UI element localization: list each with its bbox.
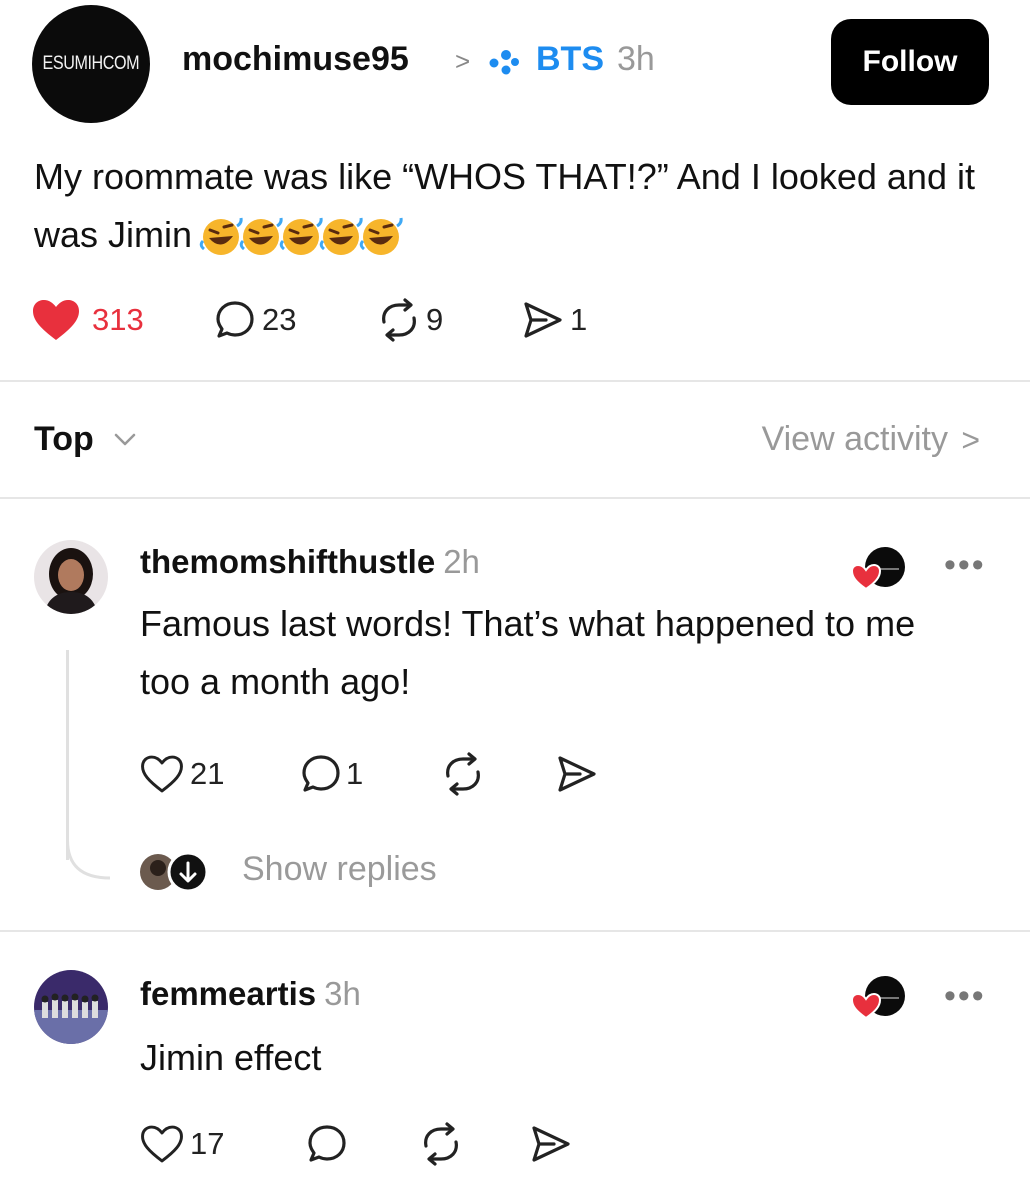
share-button[interactable]: 1 bbox=[520, 292, 587, 348]
user-photo-icon bbox=[34, 540, 108, 614]
comment-icon bbox=[302, 755, 340, 792]
author-liked-icon bbox=[850, 976, 905, 1020]
repost-icon bbox=[446, 752, 480, 796]
community-icon bbox=[489, 50, 519, 75]
heart-icon bbox=[141, 1125, 183, 1163]
repost-icon bbox=[382, 298, 416, 342]
comment-time: 2h bbox=[443, 543, 480, 580]
divider bbox=[0, 380, 1030, 382]
thread-curve bbox=[66, 840, 111, 880]
comment-button[interactable]: 23 bbox=[214, 292, 296, 348]
heart-icon bbox=[33, 300, 79, 340]
comment-actions: 21 1 bbox=[140, 746, 640, 802]
comment-repost-button[interactable] bbox=[440, 746, 486, 802]
rolling-laughing-emoji bbox=[359, 218, 403, 256]
comment-like-button[interactable]: 21 bbox=[140, 746, 224, 802]
heart-icon bbox=[141, 755, 183, 793]
follow-button[interactable]: Follow bbox=[831, 19, 989, 105]
share-icon bbox=[558, 756, 596, 792]
comment-like-button[interactable]: 17 bbox=[140, 1116, 224, 1172]
reply-avatars[interactable] bbox=[138, 852, 213, 892]
repost-button[interactable]: 9 bbox=[376, 292, 443, 348]
like-count: 313 bbox=[92, 302, 144, 337]
chevron-down-icon[interactable] bbox=[110, 428, 140, 450]
comment-reply-button[interactable] bbox=[306, 1116, 348, 1172]
community-name[interactable]: BTS bbox=[536, 40, 604, 79]
comment-count: 23 bbox=[262, 302, 297, 337]
emoji-row bbox=[198, 216, 403, 258]
comment-avatar[interactable] bbox=[34, 970, 108, 1044]
author-avatar[interactable]: ESUMIHCOM bbox=[32, 5, 150, 123]
more-options-icon[interactable]: ••• bbox=[944, 546, 986, 585]
comment-item: themomshifthustle 2h ••• Famous last word… bbox=[0, 500, 1030, 930]
divider bbox=[0, 497, 1030, 499]
post-text: My roommate was like “WHOS THAT!?” And I… bbox=[34, 148, 994, 264]
comment-reply-button[interactable]: 1 bbox=[300, 746, 363, 802]
share-count: 1 bbox=[570, 302, 588, 337]
repost-icon bbox=[424, 1122, 458, 1166]
comment-avatar[interactable] bbox=[34, 540, 108, 614]
post-actions: 313 23 9 1 bbox=[30, 292, 730, 348]
thread-line bbox=[66, 650, 69, 860]
post-header: ESUMIHCOM mochimuse95 > BTS 3h Follow bbox=[0, 0, 1030, 125]
post-text-content: My roommate was like “WHOS THAT!?” And I… bbox=[34, 156, 975, 255]
view-activity-link[interactable]: View activity bbox=[762, 420, 948, 459]
comment-share-button[interactable] bbox=[528, 1116, 574, 1172]
share-icon bbox=[532, 1126, 570, 1162]
comment-username[interactable]: themomshifthustle 2h bbox=[140, 543, 480, 581]
repost-count: 9 bbox=[426, 302, 444, 337]
comment-text: Famous last words! That’s what happened … bbox=[140, 603, 916, 702]
comment-icon bbox=[308, 1125, 346, 1162]
comment-text: Jimin effect bbox=[140, 1037, 322, 1078]
comment-like-count: 21 bbox=[190, 756, 225, 791]
chevron-right-icon[interactable]: > bbox=[961, 422, 980, 459]
group-photo-icon bbox=[34, 970, 108, 1044]
author-liked-icon bbox=[850, 547, 905, 591]
comment-share-button[interactable] bbox=[554, 746, 600, 802]
share-icon bbox=[524, 302, 562, 338]
sort-dropdown[interactable]: Top bbox=[34, 420, 94, 459]
comment-repost-button[interactable] bbox=[418, 1116, 464, 1172]
comment-username-text: femmeartis bbox=[140, 975, 317, 1012]
author-username[interactable]: mochimuse95 bbox=[182, 40, 409, 79]
show-replies-link[interactable]: Show replies bbox=[242, 850, 437, 889]
separator-chevron: > bbox=[455, 46, 471, 76]
comment-like-count: 17 bbox=[190, 1126, 225, 1161]
comment-actions: 17 bbox=[140, 1116, 640, 1172]
comment-icon bbox=[216, 301, 254, 338]
comment-username[interactable]: femmeartis 3h bbox=[140, 975, 361, 1013]
author-avatar-text: ESUMIHCOM bbox=[42, 53, 140, 74]
sort-row: Top View activity > bbox=[0, 410, 1030, 474]
comment-username-text: themomshifthustle bbox=[140, 543, 436, 580]
more-options-icon[interactable]: ••• bbox=[944, 977, 986, 1016]
comment-reply-count: 1 bbox=[346, 756, 364, 791]
comment-item: femmeartis 3h ••• Jimin effect 17 bbox=[0, 932, 1030, 1200]
post-time: 3h bbox=[617, 40, 655, 78]
like-button[interactable]: 313 bbox=[30, 292, 144, 348]
comment-time: 3h bbox=[324, 975, 361, 1012]
